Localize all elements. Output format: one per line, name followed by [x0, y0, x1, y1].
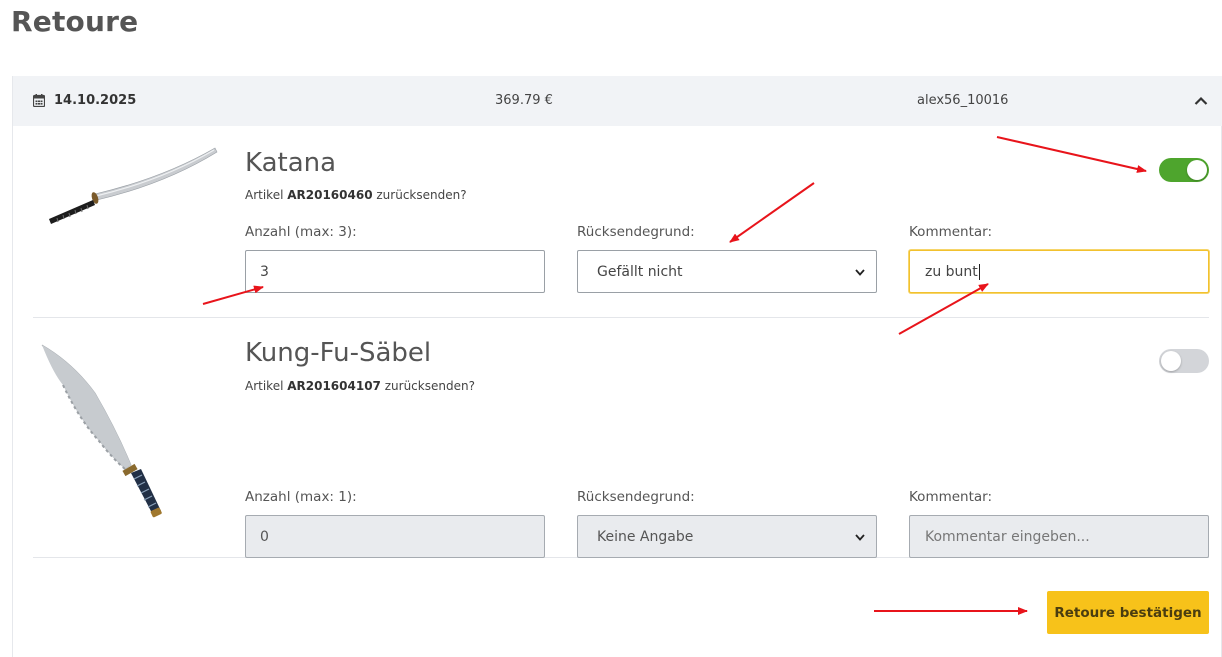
item-article-question: Artikel AR20160460 zurücksenden? — [245, 188, 467, 202]
order-date: 14.10.2025 — [33, 93, 136, 108]
return-order-card: 14.10.2025 369.79 € alex56_10016 Katana … — [12, 76, 1222, 657]
quantity-label: Anzahl (max: 3): — [245, 224, 357, 240]
item-name: Kung-Fu-Säbel — [245, 338, 432, 368]
comment-label: Kommentar: — [909, 489, 993, 505]
order-total: 369.79 € — [495, 93, 553, 108]
reason-select[interactable]: Keine Angabe — [577, 515, 877, 558]
return-item-katana: Katana Artikel AR20160460 zurücksenden? … — [33, 126, 1209, 318]
order-header[interactable]: 14.10.2025 369.79 € alex56_10016 — [13, 76, 1222, 126]
return-toggle[interactable] — [1159, 158, 1209, 182]
reason-label: Rücksendegrund: — [577, 489, 695, 505]
comment-placeholder: Kommentar eingeben... — [925, 528, 1090, 545]
item-name: Katana — [245, 148, 337, 178]
item-article-question: Artikel AR201604107 zurücksenden? — [245, 379, 475, 393]
chevron-down-icon — [855, 533, 865, 541]
toggle-knob — [1187, 160, 1207, 180]
calendar-icon — [33, 94, 45, 107]
quantity-input[interactable]: 3 — [245, 250, 545, 293]
chevron-up-icon[interactable] — [1193, 93, 1209, 109]
quantity-value: 0 — [260, 528, 269, 545]
order-customer: alex56_10016 — [917, 93, 1009, 108]
toggle-knob — [1161, 351, 1181, 371]
return-toggle[interactable] — [1159, 349, 1209, 373]
reason-select[interactable]: Gefällt nicht — [577, 250, 877, 293]
comment-input[interactable]: Kommentar eingeben... — [909, 515, 1209, 558]
article-suffix: zurücksenden? — [372, 188, 467, 202]
order-date-text: 14.10.2025 — [54, 93, 137, 108]
page-title: Retoure — [11, 5, 139, 38]
comment-value: zu bunt — [925, 263, 978, 280]
reason-label: Rücksendegrund: — [577, 224, 695, 240]
quantity-label: Anzahl (max: 1): — [245, 489, 357, 505]
article-suffix: zurücksenden? — [380, 379, 475, 393]
reason-value: Keine Angabe — [597, 528, 694, 545]
article-number: AR201604107 — [287, 379, 381, 393]
comment-input[interactable]: zu bunt — [909, 250, 1209, 293]
katana-image — [49, 147, 218, 224]
quantity-value: 3 — [260, 263, 269, 280]
quantity-input[interactable]: 0 — [245, 515, 545, 558]
return-item-kung-fu-saebel: Kung-Fu-Säbel Artikel AR201604107 zurück… — [33, 318, 1209, 558]
confirm-return-button[interactable]: Retoure bestätigen — [1047, 591, 1209, 634]
article-prefix: Artikel — [245, 188, 288, 202]
text-cursor — [978, 263, 980, 280]
reason-value: Gefällt nicht — [597, 263, 683, 280]
comment-label: Kommentar: — [909, 224, 993, 240]
article-prefix: Artikel — [245, 379, 288, 393]
kung-fu-saber-image — [41, 344, 162, 518]
chevron-down-icon — [855, 268, 865, 276]
article-number: AR20160460 — [287, 188, 373, 202]
